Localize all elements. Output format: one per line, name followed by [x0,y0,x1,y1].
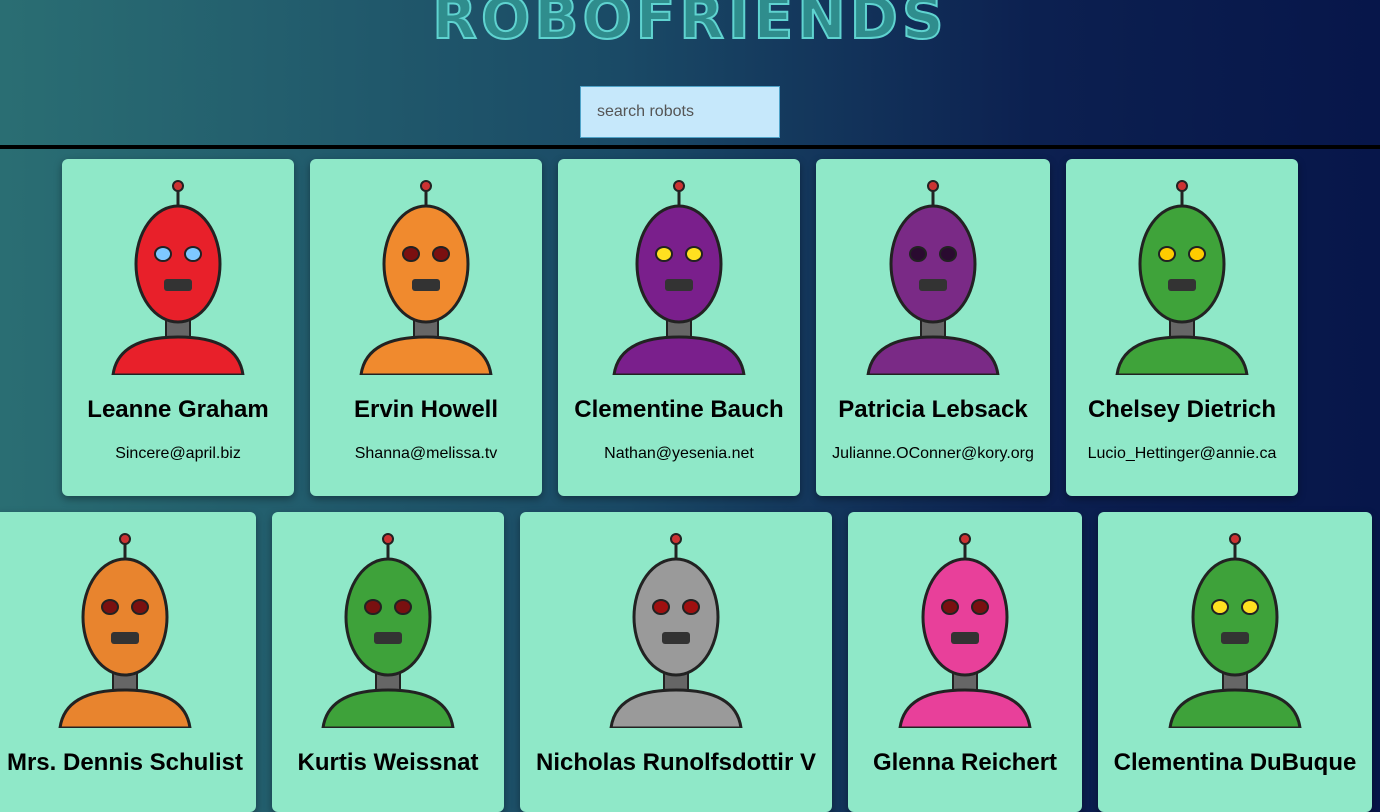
app-title: ROBOFRIENDS [431,0,948,52]
robot-name: Leanne Graham [87,396,269,423]
robot-name: Kurtis Weissnat [297,749,479,776]
robot-card[interactable]: Clementine Bauch Nathan@yesenia.net [558,159,800,496]
robot-card[interactable]: Patricia Lebsack Julianne.OConner@kory.or… [816,159,1050,496]
robot-avatar-image [520,512,832,728]
robot-card[interactable]: Mrs. Dennis Schulist [0,512,256,812]
robot-card[interactable]: Ervin Howell Shanna@melissa.tv [310,159,542,496]
robot-card[interactable]: Clementina DuBuque [1098,512,1372,812]
robot-name: Mrs. Dennis Schulist [6,749,244,776]
robot-name: Clementine Bauch [574,396,784,423]
robot-email: Julianne.OConner@kory.org [832,445,1034,462]
search-input[interactable] [580,86,780,138]
header: ROBOFRIENDS [0,0,1380,149]
robot-avatar-image [816,159,1050,375]
robot-avatar-image [0,512,256,728]
robot-avatar-image [848,512,1082,728]
robot-card[interactable]: Leanne Graham Sincere@april.biz [62,159,294,496]
robot-email: Lucio_Hettinger@annie.ca [1087,445,1277,462]
robot-card[interactable]: Kurtis Weissnat [272,512,504,812]
robot-name: Glenna Reichert [872,749,1058,776]
robot-avatar-image [558,159,800,375]
robot-email: Shanna@melissa.tv [354,445,498,462]
robot-name: Chelsey Dietrich [1087,396,1277,423]
robot-email: Sincere@april.biz [115,445,241,462]
robot-card[interactable]: Chelsey Dietrich Lucio_Hettinger@annie.ca [1066,159,1298,496]
robot-name: Clementina DuBuque [1113,749,1357,776]
robot-email: Nathan@yesenia.net [604,445,754,462]
robot-avatar-image [310,159,542,375]
header-divider [0,145,1380,149]
robot-avatar-image [1098,512,1372,728]
robot-card[interactable]: Glenna Reichert [848,512,1082,812]
robot-avatar-image [62,159,294,375]
robot-avatar-image [272,512,504,728]
robot-avatar-image [1066,159,1298,375]
robot-name: Ervin Howell [353,396,499,423]
robot-name: Patricia Lebsack [838,396,1028,423]
robot-name: Nicholas Runolfsdottir V [535,749,816,776]
robot-card[interactable]: Nicholas Runolfsdottir V [520,512,832,812]
